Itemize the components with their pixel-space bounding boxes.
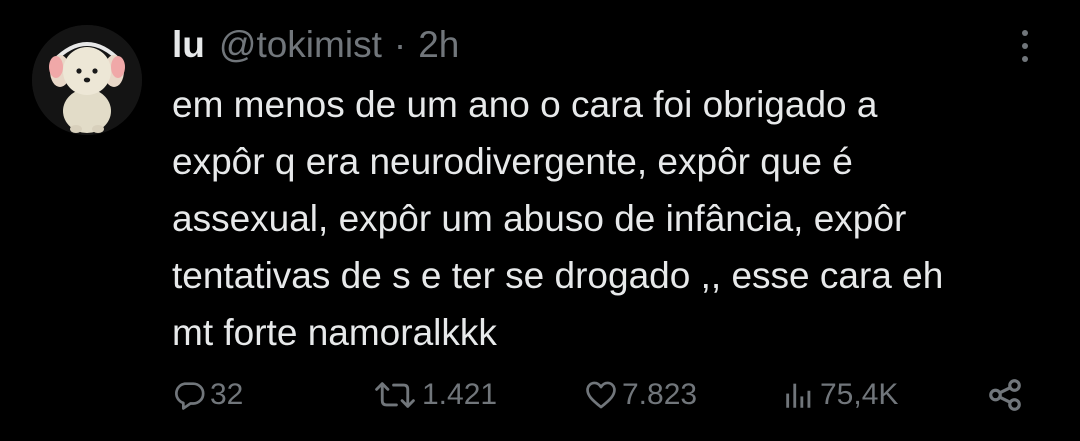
tweet-header: lu @tokimist · 2h [172, 20, 459, 70]
views-button[interactable]: 75,4K [782, 370, 898, 420]
like-button[interactable]: 7.823 [584, 370, 697, 420]
reply-count: 32 [210, 378, 244, 411]
author-handle[interactable]: @tokimist [219, 24, 382, 66]
vertical-ellipsis-icon [1022, 30, 1028, 62]
share-icon [989, 379, 1021, 411]
heart-icon [586, 381, 616, 409]
tweet-actions: 32 1.421 7.823 75,4K [0, 370, 1080, 420]
retweet-icon [375, 382, 415, 408]
avatar[interactable] [32, 25, 142, 135]
like-count: 7.823 [622, 378, 698, 411]
author-name[interactable]: lu [172, 24, 205, 66]
view-count: 75,4K [820, 378, 899, 411]
tweet-timestamp[interactable]: 2h [418, 24, 459, 66]
bar-chart-icon [786, 383, 811, 408]
retweet-button[interactable]: 1.421 [372, 370, 497, 420]
retweet-count: 1.421 [422, 378, 498, 411]
more-options-button[interactable] [1010, 26, 1040, 66]
tweet-text-line: assexual, expôr um abuso de infância, ex… [172, 198, 907, 239]
tweet-text-line: em menos de um ano o cara foi obrigado a [172, 84, 878, 125]
share-button[interactable] [986, 370, 1024, 420]
puppy-avatar-image [32, 25, 142, 135]
tweet-text-line: expôr q era neurodivergente, expôr que é [172, 141, 853, 182]
reply-button[interactable]: 32 [172, 370, 243, 420]
tweet-text-line: tentativas de s e ter se drogado ,, esse… [172, 255, 944, 296]
reply-bubble-icon [175, 382, 205, 410]
tweet-text: em menos de um ano o cara foi obrigado a… [172, 76, 1052, 361]
tweet-text-line: mt forte namoralkkk [172, 312, 497, 353]
header-separator: · [393, 24, 407, 65]
